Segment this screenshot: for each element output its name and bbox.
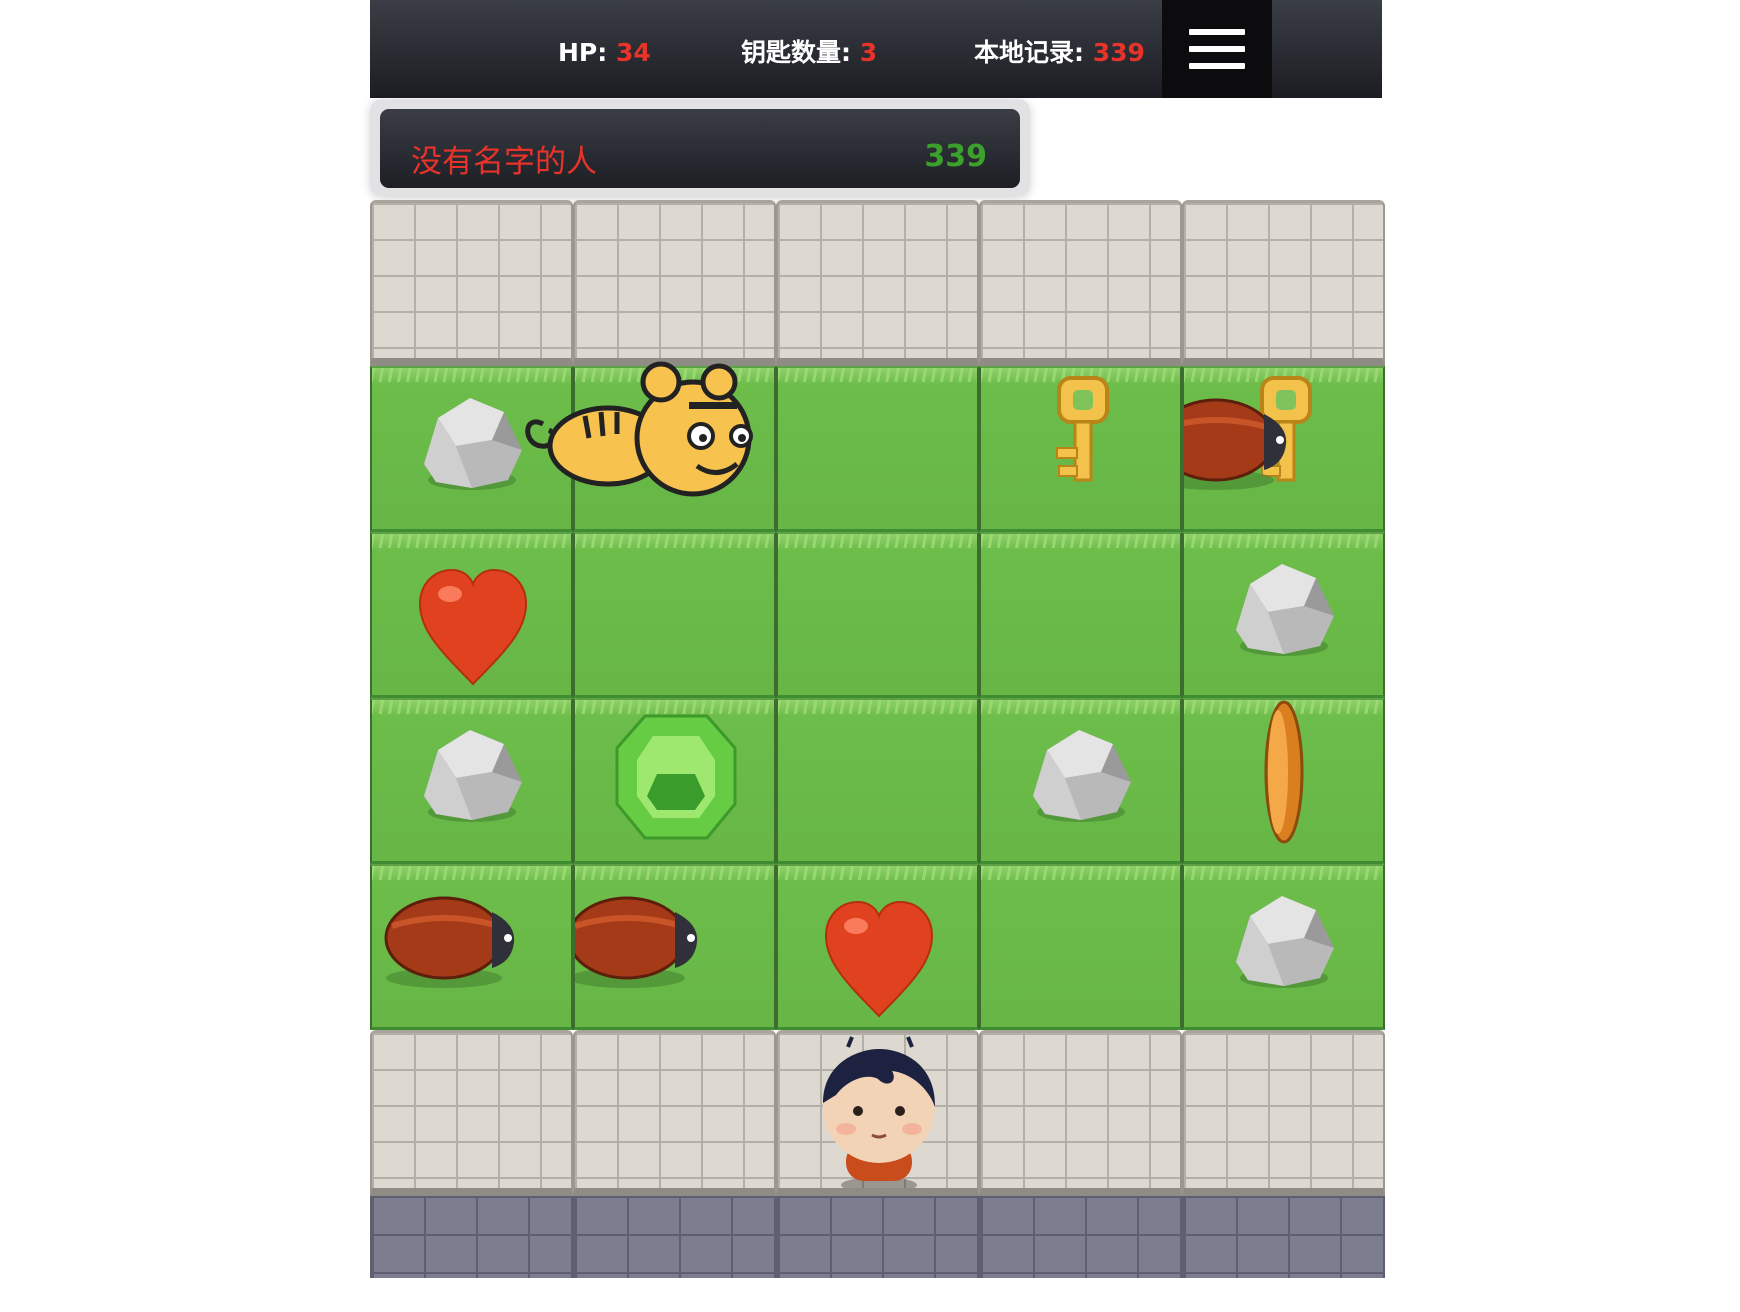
board-tile-grass <box>573 532 776 698</box>
record-value: 339 <box>1092 38 1145 67</box>
bottom-wall-tile <box>1182 1196 1385 1278</box>
bottom-wall-tile <box>573 1196 776 1278</box>
board-tile-stone <box>573 1030 776 1196</box>
board-tile-grass <box>573 864 776 1030</box>
board-tile-stone <box>1182 200 1385 366</box>
hp-label: HP: <box>558 38 608 67</box>
local-record-stat: 本地记录: 339 <box>974 0 1145 98</box>
board-tile-stone <box>776 200 979 366</box>
menu-button[interactable] <box>1162 0 1272 98</box>
top-status-bar: HP: 34 钥匙数量: 3 本地记录: 339 <box>370 0 1382 98</box>
beetle-enemy <box>372 866 555 1027</box>
keys-value: 3 <box>859 38 878 67</box>
bottom-wall-tile <box>776 1196 979 1278</box>
board-tile-grass <box>776 698 979 864</box>
game-board[interactable] <box>370 200 1385 1278</box>
board-tile-stone <box>776 1030 979 1196</box>
record-label: 本地记录: <box>974 38 1084 67</box>
hp-stat: HP: 34 <box>558 0 651 98</box>
bottom-wall-tile <box>370 1196 573 1278</box>
player-score: 339 <box>924 139 987 174</box>
board-tile-grass <box>1182 532 1385 698</box>
player-character <box>778 1033 977 1188</box>
beetle-enemy <box>575 866 738 1027</box>
board-tile-grass <box>370 532 573 698</box>
player-name: 没有名字的人 <box>411 144 597 180</box>
board-tile-stone <box>573 200 776 366</box>
emerald-gem-icon <box>575 700 774 861</box>
board-tile-grass <box>1182 864 1385 1030</box>
heart-icon <box>372 534 571 695</box>
board-tile-grass <box>776 864 979 1030</box>
board-tile-grass <box>979 864 1182 1030</box>
board-tile-grass <box>776 532 979 698</box>
golden-key-icon <box>981 368 1180 529</box>
board-tile-stone <box>979 1030 1182 1196</box>
board-tile-stone <box>979 200 1182 366</box>
board-tile-stone <box>370 1030 573 1196</box>
leaderboard-panel: 没有名字的人 339 <box>370 99 1030 196</box>
board-tile-grass <box>979 698 1182 864</box>
game-container: HP: 34 钥匙数量: 3 本地记录: 339 没有名字的人 339 <box>370 0 1385 1312</box>
board-tile-grass <box>370 698 573 864</box>
heart-icon <box>778 866 977 1027</box>
rock-obstacle <box>981 700 1180 861</box>
gold-coin-icon <box>1184 700 1383 861</box>
board-tile-grass <box>979 532 1182 698</box>
keys-label: 钥匙数量: <box>741 38 851 67</box>
board-tile-stone <box>1182 1030 1385 1196</box>
beetle-enemy <box>1184 368 1327 529</box>
board-tile-grass <box>1182 366 1385 532</box>
board-tile-grass <box>979 366 1182 532</box>
board-tile-grass <box>370 864 573 1030</box>
board-tile-grass <box>1182 698 1385 864</box>
keys-stat: 钥匙数量: 3 <box>741 0 877 98</box>
board-tile-stone <box>370 200 573 366</box>
board-tile-grass <box>573 698 776 864</box>
rock-obstacle <box>1184 534 1383 695</box>
board-tile-grass <box>776 366 979 532</box>
rock-obstacle <box>1184 866 1383 1027</box>
bottom-wall-tile <box>979 1196 1182 1278</box>
tiger-enemy <box>513 354 753 520</box>
hp-value: 34 <box>615 38 651 67</box>
rock-obstacle <box>372 700 571 861</box>
leaderboard-row[interactable]: 没有名字的人 339 <box>380 109 1020 188</box>
